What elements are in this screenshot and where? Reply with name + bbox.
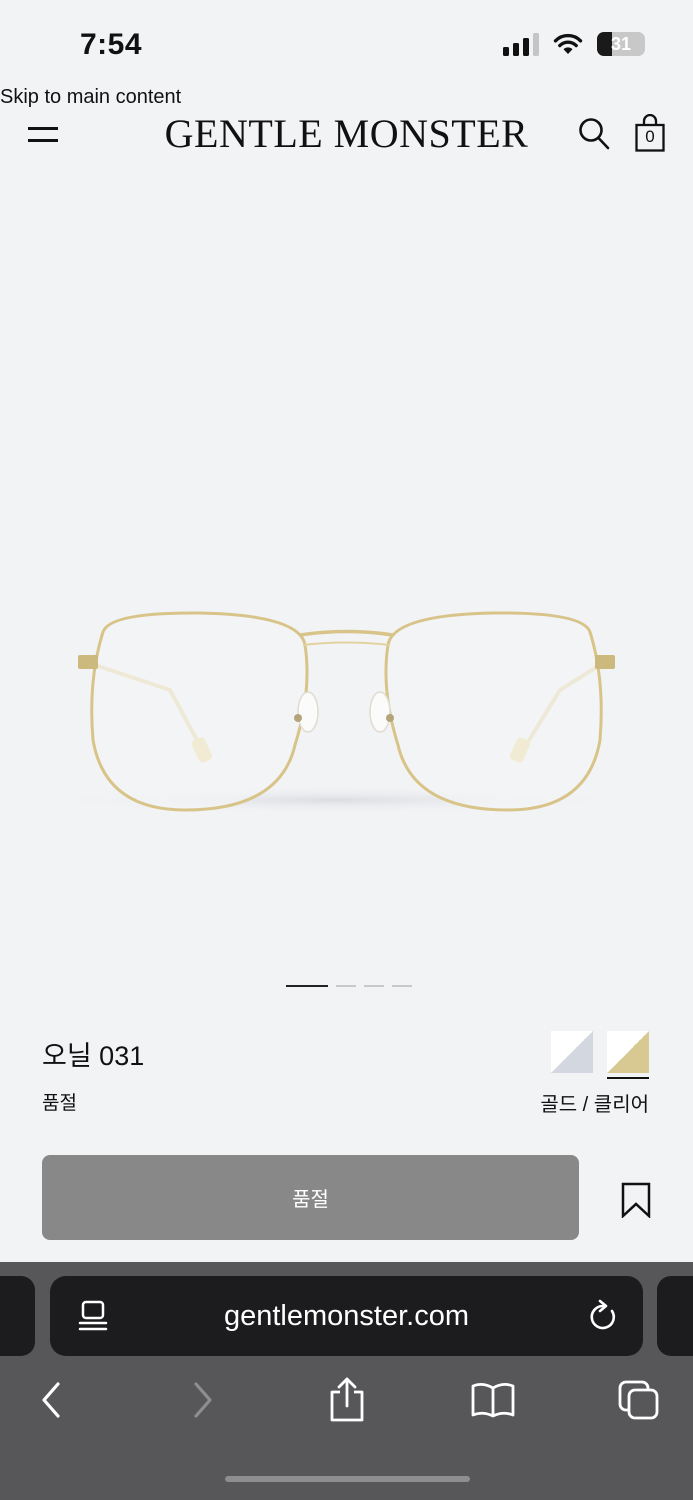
status-time: 7:54 (80, 28, 143, 61)
status-bar: 7:54 31 (0, 0, 693, 90)
shopping-bag-icon[interactable]: 0 (635, 113, 665, 152)
url-text[interactable]: gentlemonster.com (50, 1300, 643, 1333)
address-bar[interactable]: gentlemonster.com (50, 1276, 643, 1356)
product-name: 오닐 031 (42, 1041, 145, 1071)
back-icon[interactable] (38, 1380, 66, 1420)
battery-level: 31 (610, 33, 632, 54)
color-swatch-gold-clear[interactable] (607, 1031, 649, 1079)
carousel-dot[interactable] (286, 985, 328, 987)
cellular-signal-icon (503, 32, 539, 56)
wifi-icon (553, 33, 583, 54)
carousel-dot[interactable] (364, 985, 384, 987)
stock-status: 품절 (42, 1093, 77, 1114)
search-icon[interactable] (578, 116, 610, 150)
cart-count: 0 (645, 127, 655, 146)
color-swatches (551, 1031, 649, 1079)
site-header: GENTLE MONSTER 0 (0, 108, 693, 158)
forward-icon[interactable] (188, 1380, 216, 1420)
carousel-dot[interactable] (336, 985, 356, 987)
tabs-icon[interactable] (618, 1380, 660, 1420)
carousel-dot[interactable] (392, 985, 412, 987)
previous-tab-preview[interactable] (0, 1276, 35, 1356)
status-indicators: 31 (503, 32, 645, 56)
next-tab-preview[interactable] (657, 1276, 693, 1356)
bookmark-icon[interactable] (620, 1182, 652, 1218)
skip-to-main-link[interactable]: Skip to main content (0, 86, 181, 109)
share-icon[interactable] (328, 1376, 366, 1424)
home-indicator (225, 1476, 470, 1482)
battery-icon: 31 (597, 32, 645, 56)
reload-icon[interactable] (587, 1299, 619, 1333)
selected-color-label: 골드 / 클리어 (540, 1094, 649, 1116)
product-image-glasses[interactable] (0, 560, 693, 840)
color-swatch-silver-clear[interactable] (551, 1031, 593, 1073)
selected-swatch-underline (607, 1077, 649, 1079)
carousel-indicator (286, 985, 412, 987)
sold-out-button[interactable]: 품절 (42, 1155, 579, 1240)
browser-toolbar: gentlemonster.com (0, 1262, 693, 1500)
bookmarks-icon[interactable] (470, 1382, 516, 1418)
